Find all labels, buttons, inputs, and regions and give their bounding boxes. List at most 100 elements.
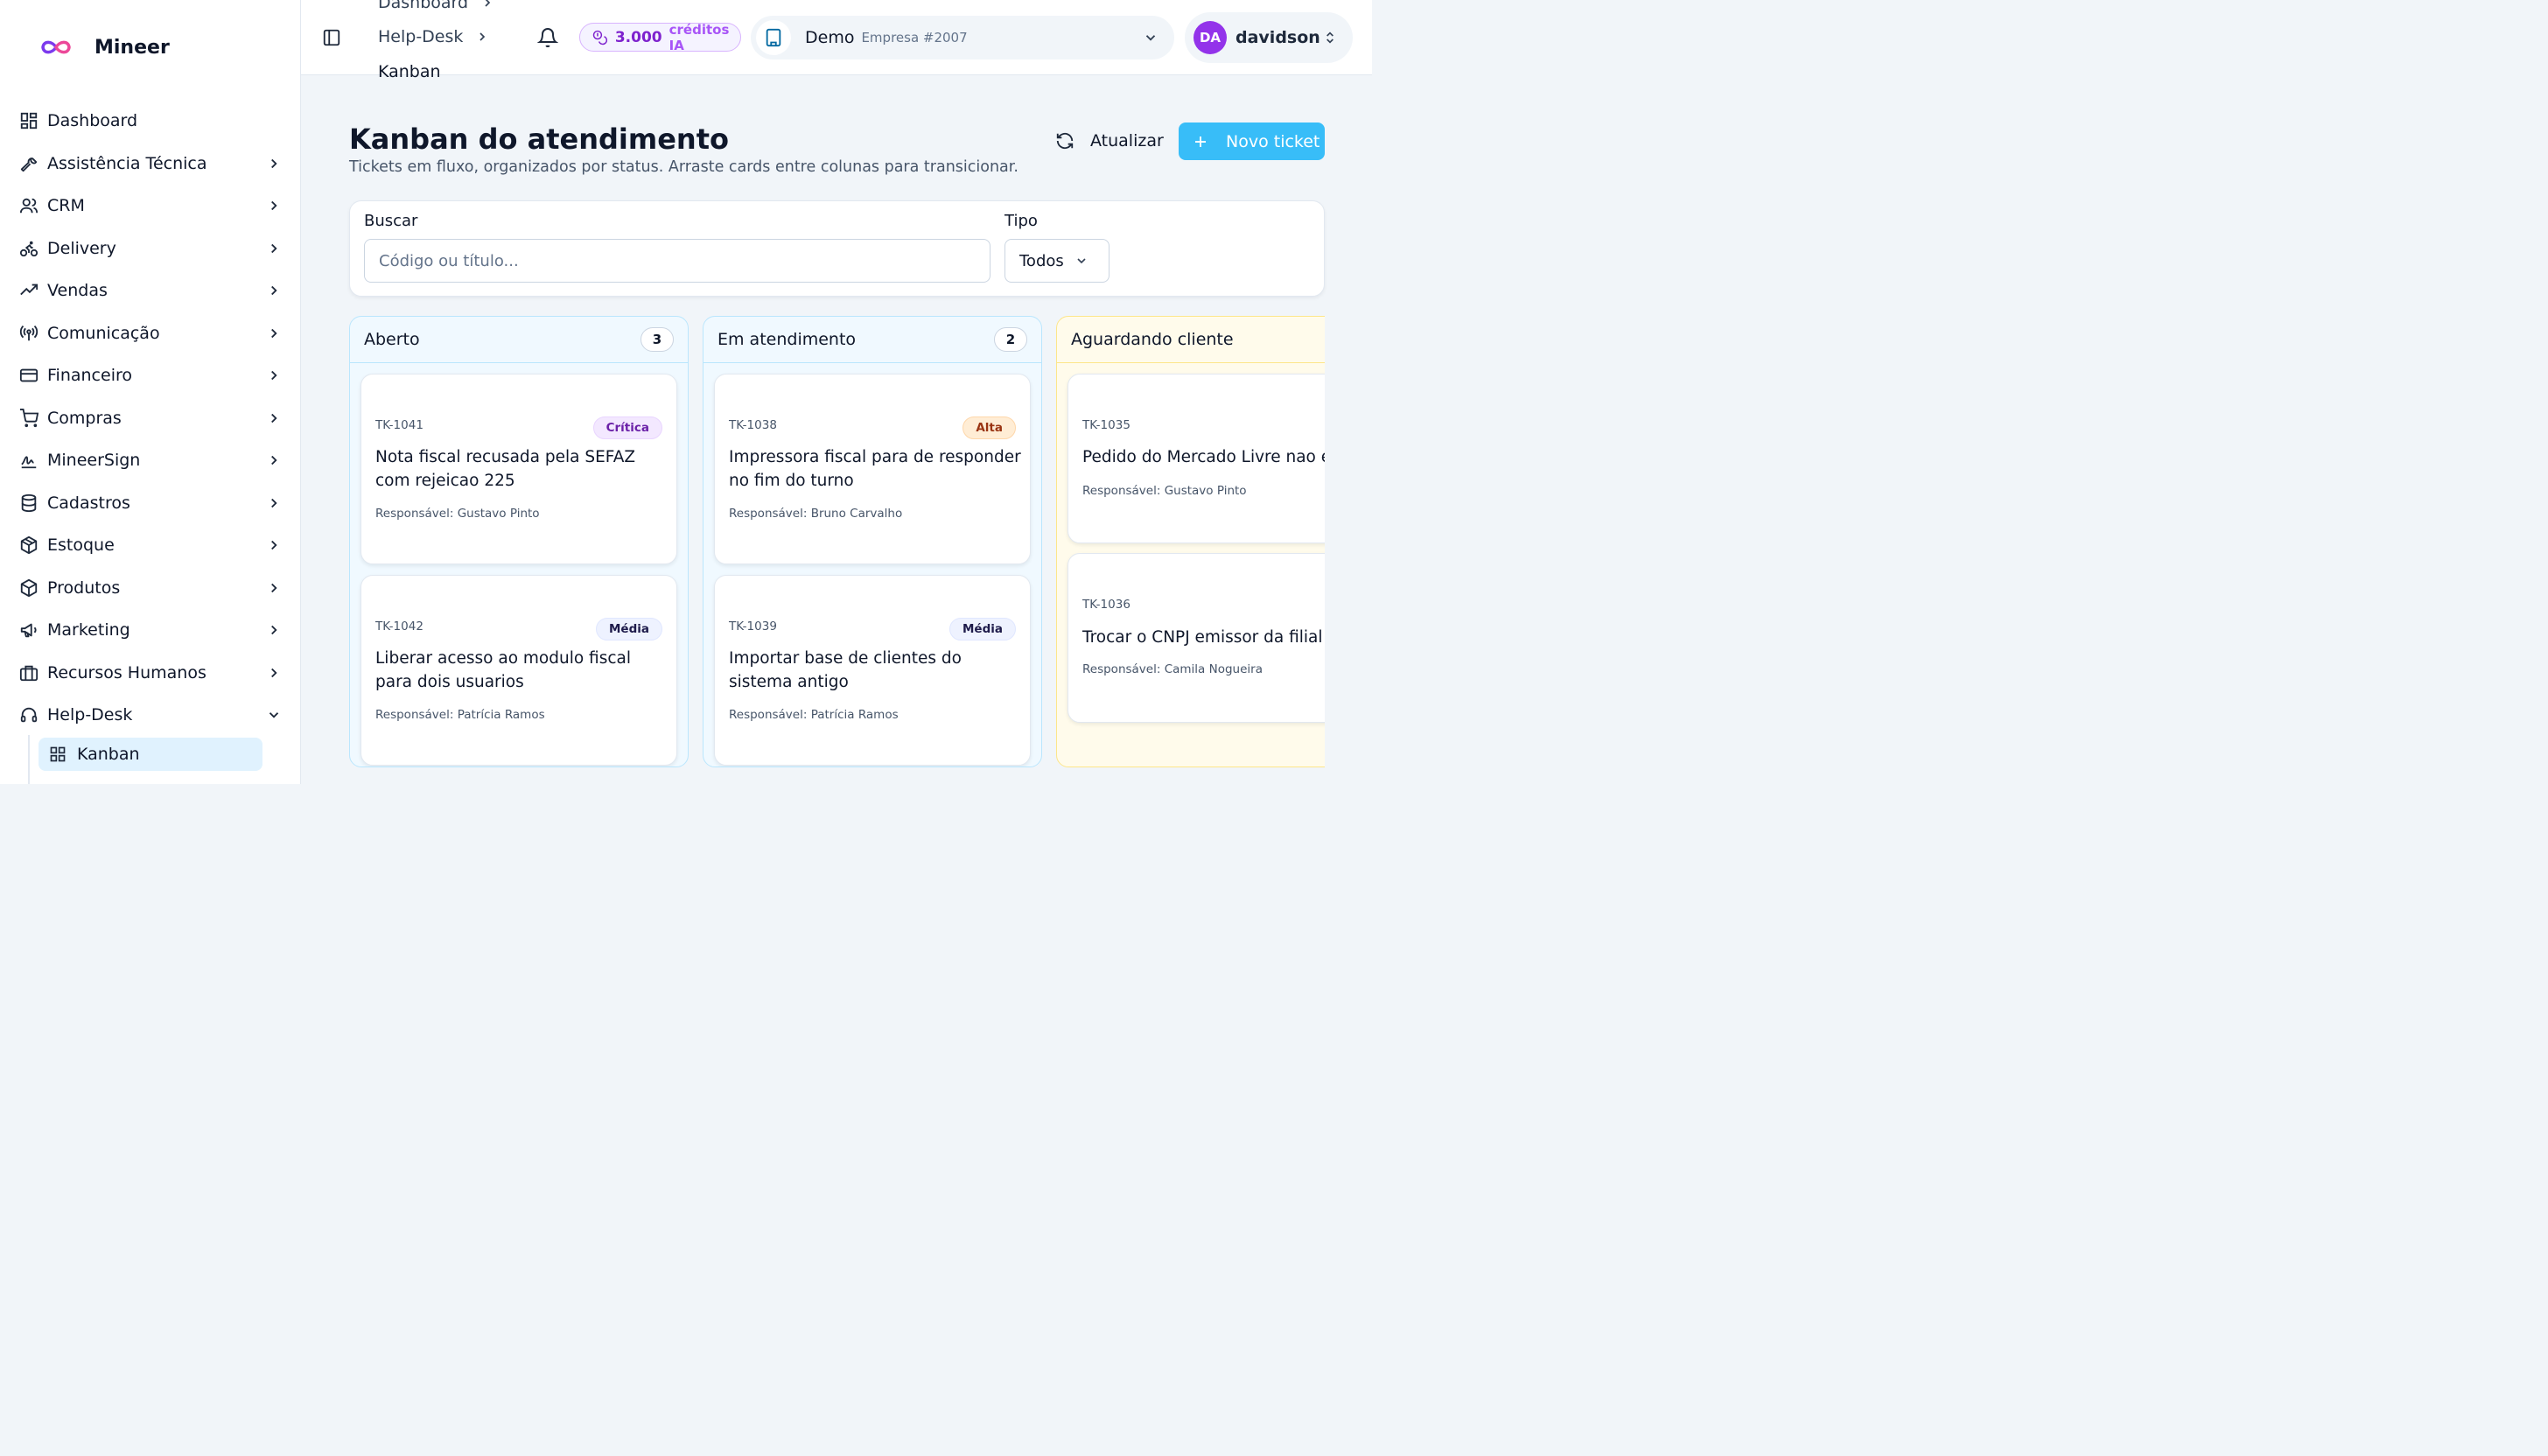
column-title: Aguardando cliente: [1071, 330, 1234, 349]
column-title: Aberto: [364, 330, 420, 349]
chevron-right-icon: [271, 413, 277, 423]
user-menu[interactable]: DA davidson: [1185, 12, 1353, 63]
ticket-card[interactable]: TK-1041 Crítica Nota fiscal recusada pel…: [360, 374, 677, 564]
sidebar-item-label: Produtos: [47, 578, 121, 598]
briefcase-icon: [19, 665, 38, 681]
type-select[interactable]: Todos: [1004, 239, 1110, 283]
search-label: Buscar: [364, 212, 418, 230]
sidebar-item-delivery[interactable]: Delivery: [0, 228, 301, 270]
sidebar-item-label: Financeiro: [47, 366, 132, 386]
ticket-code: TK-1041: [375, 418, 424, 432]
sidebar-item-label: MineerSign: [47, 451, 141, 471]
kanban-column-aguardando-cliente: Aguardando cliente TK-1035 Pedido do Mer…: [1056, 316, 1325, 767]
signature-icon: [21, 456, 37, 469]
chevron-right-icon: [271, 583, 277, 592]
ticket-title: Impressora fiscal para de responder no f…: [729, 448, 1021, 490]
ticket-card[interactable]: TK-1039 Média Importar base de clientes …: [714, 575, 1031, 766]
sidebar-item-mineersign[interactable]: MineerSign: [0, 439, 301, 482]
company-icon-wrap: [756, 20, 791, 55]
column-header: Em atendimento 2: [704, 317, 1041, 363]
bell-icon[interactable]: [537, 27, 558, 48]
building-icon: [766, 28, 781, 47]
sidebar-item-assistencia-tecnica[interactable]: Assistência Técnica: [0, 143, 301, 186]
ticket-code: TK-1035: [1082, 418, 1130, 432]
ticket-code: TK-1039: [729, 620, 777, 634]
company-id: Empresa #2007: [861, 30, 968, 46]
sidebar-item-recursos-humanos[interactable]: Recursos Humanos: [0, 652, 301, 695]
sidebar-item-label: Estoque: [47, 536, 115, 556]
sidebar-subitem-kanban[interactable]: Kanban: [38, 738, 262, 771]
ticket-code: TK-1036: [1082, 598, 1130, 612]
search-input[interactable]: [364, 239, 990, 283]
dashboard-icon: [20, 113, 38, 130]
ai-credits-badge[interactable]: 3.000 créditos IA: [579, 21, 741, 53]
ticket-responsible: Responsável: Camila Nogueira: [1082, 662, 1263, 676]
chevron-down-icon: [269, 712, 279, 718]
ticket-responsible: Responsável: Patrícia Ramos: [729, 708, 899, 722]
refresh-button[interactable]: Atualizar: [1046, 122, 1172, 159]
company-selector[interactable]: Demo Empresa #2007: [751, 16, 1174, 60]
priority-badge: Alta: [962, 416, 1016, 439]
kanban-column-aberto: Aberto 3 TK-1041 Crítica Nota fiscal rec…: [349, 316, 689, 767]
new-ticket-label: Novo ticket: [1226, 131, 1320, 151]
breadcrumb-label: Dashboard: [378, 0, 469, 12]
chevron-right-icon: [271, 541, 277, 550]
sidebar-nav: Dashboard Assistência Técnica CRM Delive…: [0, 100, 301, 737]
kanban-column-em-atendimento: Em atendimento 2 TK-1038 Alta Impressora…: [703, 316, 1042, 767]
users-icon: [19, 199, 38, 214]
chevron-right-icon: [271, 201, 277, 211]
sidebar-item-estoque[interactable]: Estoque: [0, 524, 301, 567]
credit-card-icon: [19, 368, 38, 382]
wrench-icon: [20, 157, 38, 172]
sidebar-item-dashboard[interactable]: Dashboard: [0, 100, 301, 143]
sidebar-item-label: Dashboard: [47, 111, 138, 131]
bike-icon: [19, 241, 38, 256]
refresh-icon: [1056, 132, 1074, 150]
column-header: Aguardando cliente: [1057, 317, 1325, 363]
kanban-icon: [50, 746, 66, 762]
sidebar-toggle-icon[interactable]: [322, 28, 341, 47]
breadcrumb-label: Help-Desk: [378, 27, 464, 46]
ticket-title: Pedido do Mercado Livre nao er: [1082, 448, 1325, 466]
ticket-title: Importar base de clientes do sistema ant…: [729, 649, 962, 691]
plus-icon: [1195, 136, 1206, 147]
sidebar-item-vendas[interactable]: Vendas: [0, 270, 301, 312]
company-name: Demo: [805, 28, 855, 47]
sidebar-item-label: Compras: [47, 408, 122, 428]
sidebar-item-label: Cadastros: [47, 493, 130, 513]
breadcrumb-current: Kanban: [378, 62, 441, 81]
new-ticket-button[interactable]: Novo ticket: [1179, 122, 1325, 160]
breadcrumb-item[interactable]: Help-Desk: [378, 27, 489, 46]
sidebar-item-financeiro[interactable]: Financeiro: [0, 354, 301, 397]
sidebar-item-comunicacao[interactable]: Comunicação: [0, 312, 301, 355]
ticket-card[interactable]: TK-1042 Média Liberar acesso ao modulo f…: [360, 575, 677, 766]
ticket-card[interactable]: TK-1036 Trocar o CNPJ emissor da filial …: [1068, 553, 1325, 723]
ticket-code: TK-1042: [375, 620, 424, 634]
credits-label: créditos IA: [668, 21, 730, 53]
sidebar-item-label: Vendas: [47, 281, 108, 301]
sidebar-item-label: Help-Desk: [47, 705, 133, 725]
ticket-responsible: Responsável: Patrícia Ramos: [375, 708, 545, 722]
sidebar-item-crm[interactable]: CRM: [0, 185, 301, 228]
sidebar-item-cadastros[interactable]: Cadastros: [0, 482, 301, 525]
database-icon: [21, 494, 37, 512]
sidebar-item-label: Recursos Humanos: [47, 662, 206, 682]
sidebar-item-label: Comunicação: [47, 323, 160, 343]
avatar: DA: [1194, 21, 1227, 54]
priority-badge: Média: [596, 618, 662, 640]
sidebar-item-help-desk[interactable]: Help-Desk: [0, 694, 301, 737]
sidebar-item-label: CRM: [47, 196, 85, 216]
chevron-right-icon: [271, 243, 277, 253]
sidebar-item-marketing[interactable]: Marketing: [0, 609, 301, 652]
chevron-right-icon: [271, 158, 277, 168]
sidebar-item-compras[interactable]: Compras: [0, 397, 301, 440]
brand[interactable]: Mineer: [38, 32, 170, 63]
ticket-responsible: Responsável: Gustavo Pinto: [375, 507, 540, 521]
ticket-card[interactable]: TK-1038 Alta Impressora fiscal para de r…: [714, 374, 1031, 564]
sidebar-item-produtos[interactable]: Produtos: [0, 567, 301, 610]
kanban-board: Aberto 3 TK-1041 Crítica Nota fiscal rec…: [349, 316, 1325, 784]
ticket-card[interactable]: TK-1035 Pedido do Mercado Livre nao er R…: [1068, 374, 1325, 543]
user-name: davidson: [1236, 28, 1320, 47]
chevron-right-icon: [271, 328, 277, 338]
breadcrumb-item[interactable]: Dashboard: [378, 0, 494, 12]
